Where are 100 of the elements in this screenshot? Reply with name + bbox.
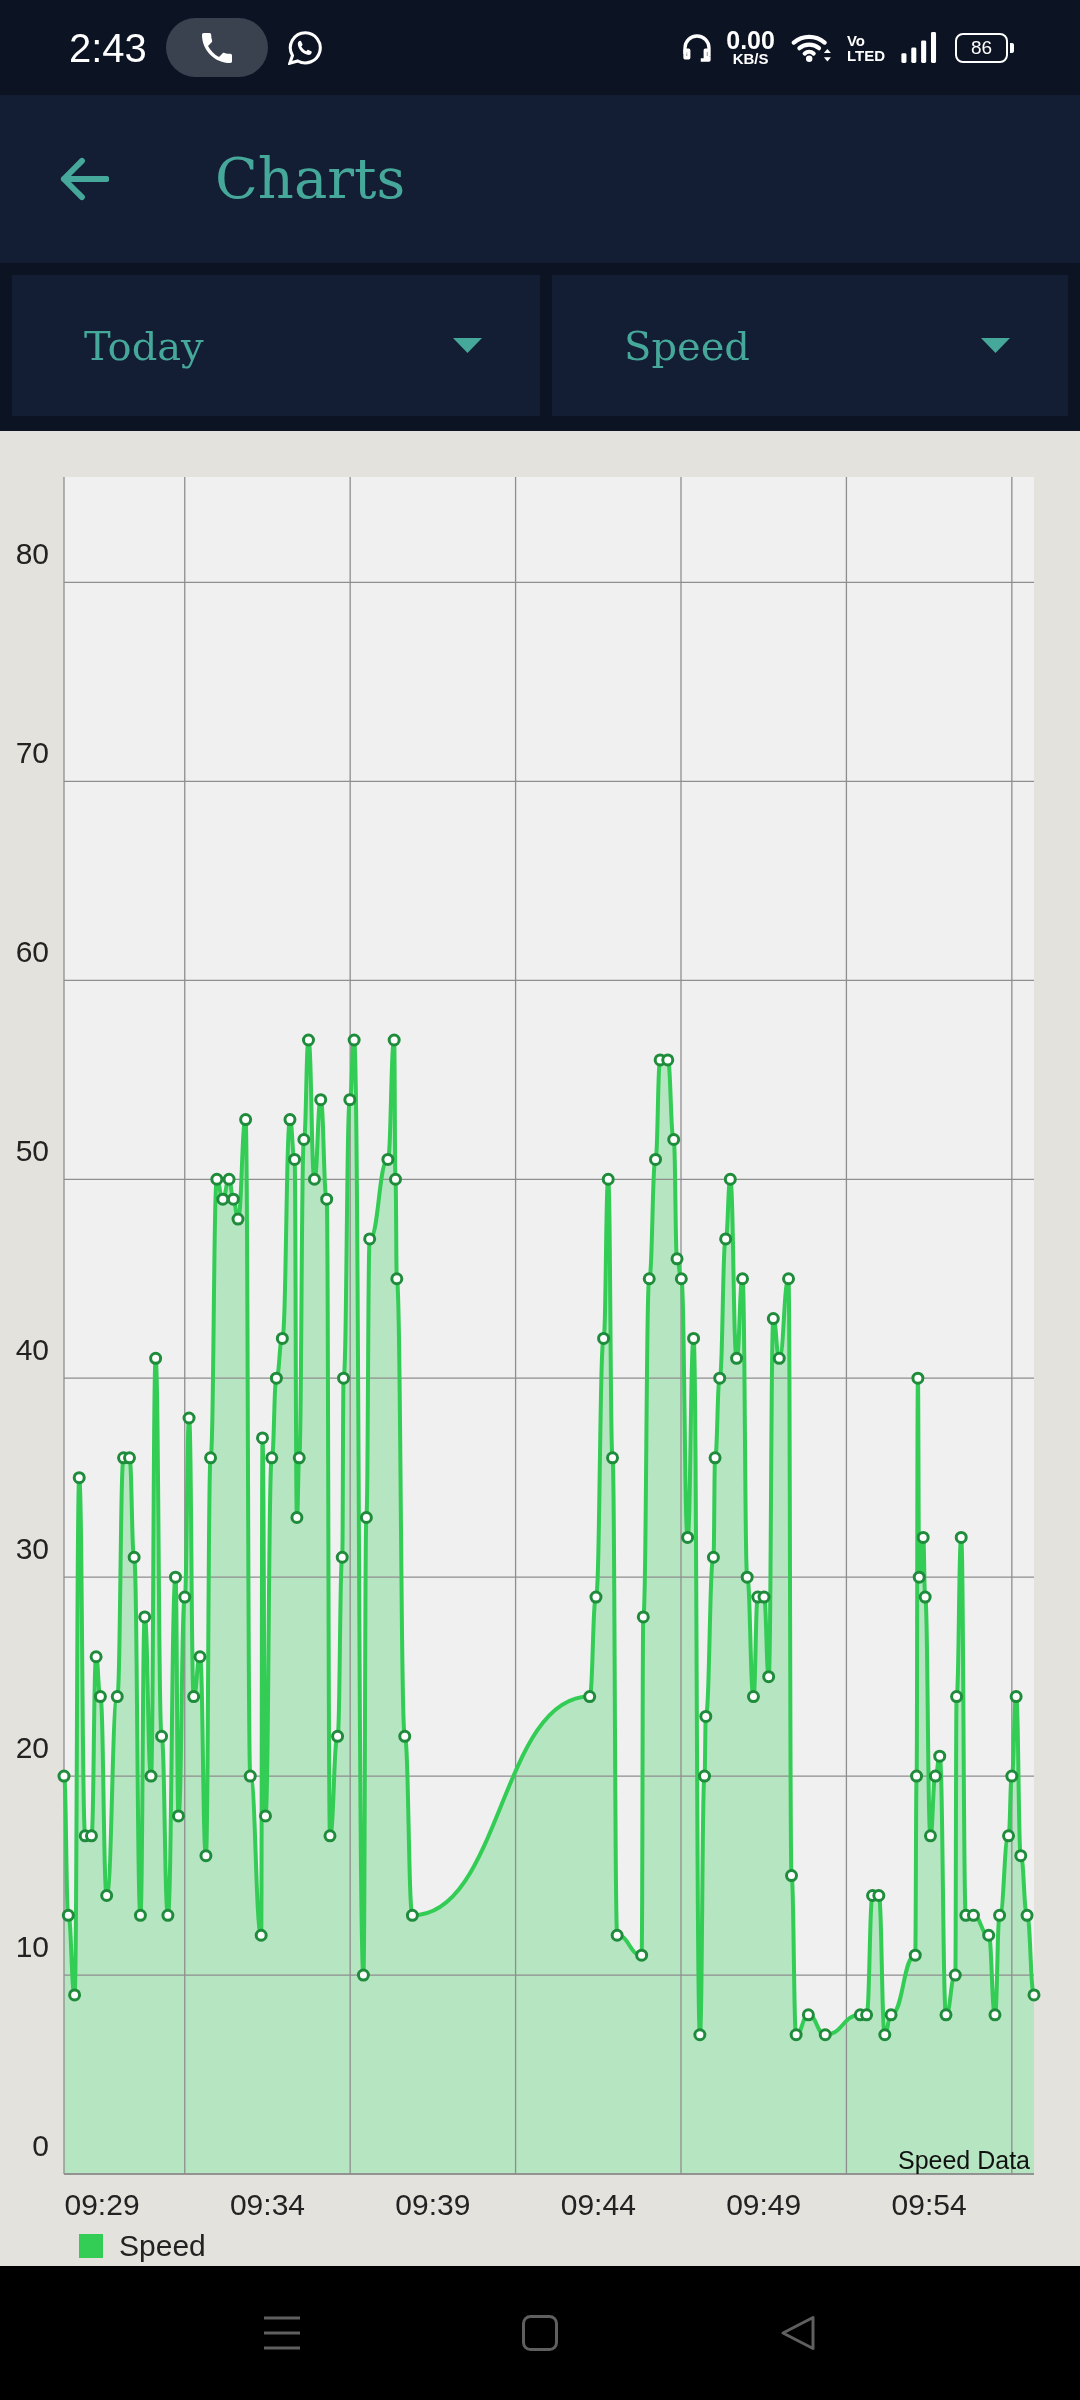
- y-axis-label: 50: [15, 1134, 49, 1168]
- x-axis-label: 09:44: [560, 2188, 636, 2221]
- data-point: [127, 1550, 141, 1564]
- data-point: [61, 1908, 75, 1922]
- data-point: [314, 1093, 328, 1107]
- data-point: [193, 1650, 207, 1664]
- data-point: [283, 1113, 297, 1127]
- legend-label: Speed: [119, 2231, 206, 2261]
- wifi-icon: [790, 32, 833, 63]
- x-axis-label: 09:39: [395, 2188, 471, 2221]
- data-point: [226, 1192, 240, 1206]
- network-speed-unit: KB/S: [732, 50, 769, 67]
- status-time: 2:43: [69, 27, 147, 68]
- data-point: [155, 1729, 169, 1743]
- data-point: [982, 1928, 996, 1942]
- data-point: [239, 1113, 253, 1127]
- caret-icon: [981, 338, 1010, 353]
- data-point: [911, 1371, 925, 1385]
- app-bar-title: Charts: [215, 151, 406, 207]
- x-axis-label: 09:54: [891, 2188, 967, 2221]
- data-point: [933, 1749, 947, 1763]
- data-point: [818, 2028, 832, 2042]
- data-point: [939, 2008, 953, 2022]
- data-point: [950, 1690, 964, 1704]
- data-point: [681, 1530, 695, 1544]
- data-point: [740, 1570, 754, 1584]
- data-point: [89, 1650, 103, 1664]
- data-point: [1027, 1988, 1041, 2002]
- data-point: [84, 1829, 98, 1843]
- data-point: [993, 1908, 1007, 1922]
- data-point: [706, 1550, 720, 1564]
- data-point: [68, 1988, 82, 2002]
- data-point: [390, 1272, 404, 1286]
- data-point: [1009, 1690, 1023, 1704]
- x-axis-label: 09:29: [64, 2188, 140, 2221]
- data-point: [320, 1192, 334, 1206]
- data-point: [265, 1451, 279, 1465]
- data-point: [161, 1908, 175, 1922]
- data-point: [589, 1590, 603, 1604]
- data-point: [323, 1829, 337, 1843]
- data-point: [928, 1769, 942, 1783]
- data-point: [912, 1570, 926, 1584]
- data-point: [772, 1351, 786, 1365]
- data-point: [57, 1769, 71, 1783]
- y-axis-label: 20: [15, 1731, 49, 1765]
- data-point: [381, 1152, 395, 1166]
- data-point: [636, 1610, 650, 1624]
- menu-icon[interactable]: [264, 2315, 300, 2351]
- data-point: [966, 1908, 980, 1922]
- y-axis-label: 70: [15, 736, 49, 770]
- data-point: [719, 1232, 733, 1246]
- data-point: [635, 1948, 649, 1962]
- data-point: [661, 1053, 675, 1067]
- data-point: [667, 1133, 681, 1146]
- data-point: [269, 1371, 283, 1385]
- data-point: [1005, 1769, 1019, 1783]
- headset-icon: [682, 32, 713, 63]
- data-point: [222, 1172, 236, 1186]
- data-point: [343, 1093, 357, 1107]
- y-axis-label: 80: [15, 537, 49, 571]
- data-point: [988, 2008, 1002, 2022]
- back-icon[interactable]: [780, 2315, 816, 2351]
- data-point: [801, 2008, 815, 2022]
- data-point: [1020, 1908, 1034, 1922]
- data-point: [583, 1690, 597, 1704]
- data-point: [210, 1172, 224, 1186]
- data-point: [171, 1809, 185, 1823]
- data-point: [699, 1709, 713, 1723]
- phone-icon: [201, 32, 232, 63]
- data-point: [144, 1769, 158, 1783]
- data-point: [256, 1431, 269, 1445]
- back-arrow-icon[interactable]: [60, 157, 109, 201]
- data-point: [670, 1252, 684, 1266]
- data-point: [93, 1690, 107, 1704]
- data-point: [123, 1451, 136, 1465]
- volte-indicator: Vo LTED: [846, 32, 885, 63]
- data-point: [948, 1968, 962, 1982]
- data-point: [149, 1351, 163, 1365]
- data-point: [872, 1889, 886, 1902]
- data-point: [335, 1550, 349, 1564]
- data-point: [363, 1232, 377, 1246]
- data-point: [730, 1351, 744, 1365]
- data-point: [746, 1690, 760, 1704]
- data-point: [243, 1769, 257, 1783]
- data-point: [693, 2028, 707, 2042]
- square-icon[interactable]: [522, 2315, 558, 2351]
- data-point: [138, 1610, 152, 1624]
- y-axis-label: 40: [15, 1333, 49, 1367]
- data-point: [785, 1869, 798, 1883]
- dropdown-select[interactable]: Speed: [552, 275, 1068, 416]
- data-point: [254, 1928, 268, 1942]
- chart-description: Speed Data: [897, 2146, 1030, 2174]
- data-point: [199, 1849, 213, 1863]
- data-point: [405, 1908, 419, 1922]
- data-point: [331, 1729, 345, 1743]
- data-point: [216, 1192, 230, 1206]
- data-point: [347, 1033, 361, 1047]
- dropdown-select[interactable]: Today: [12, 275, 540, 416]
- data-point: [337, 1371, 351, 1385]
- y-axis-label: 30: [15, 1532, 49, 1566]
